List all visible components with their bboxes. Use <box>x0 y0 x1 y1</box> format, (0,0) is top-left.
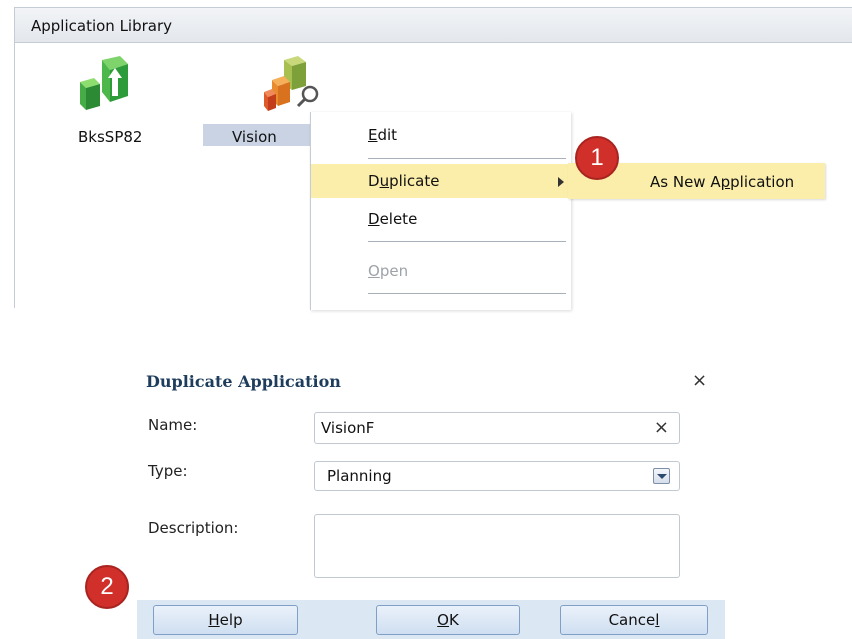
cancel-button[interactable]: Cancel <box>560 605 708 635</box>
ok-button[interactable]: OK <box>376 605 520 635</box>
context-menu: Edit Duplicate Delete Open <box>310 112 571 310</box>
type-select-value[interactable]: Planning <box>327 467 392 485</box>
type-label: Type: <box>148 462 188 480</box>
menu-item-delete[interactable]: Delete <box>311 202 571 236</box>
submenu-label-prefix: As New A <box>650 173 721 191</box>
help-label: elp <box>219 611 243 629</box>
dialog-title: Duplicate Application <box>146 372 341 391</box>
ok-label: K <box>448 611 459 629</box>
app-label-bkssp82[interactable]: BksSP82 <box>78 128 142 146</box>
cancel-accel: l <box>655 611 660 629</box>
menu-separator <box>368 293 566 294</box>
submenu-accel-p: p <box>720 173 731 191</box>
ok-accel: O <box>437 611 449 629</box>
submenu-label-rest: plication <box>730 173 795 191</box>
menu-item-open[interactable]: Open <box>311 254 571 288</box>
submenu-arrow-icon <box>558 177 564 187</box>
callout-badge-1: 1 <box>575 136 619 180</box>
orange-cubes-search-icon[interactable] <box>262 56 322 112</box>
app-label-vision[interactable]: Vision <box>232 128 277 146</box>
description-label: Description: <box>148 519 239 537</box>
menu-item-duplicate-label: plicate <box>389 172 440 190</box>
menu-item-edit[interactable]: Edit <box>311 118 571 152</box>
close-icon[interactable]: × <box>692 370 707 391</box>
callout-badge-2: 2 <box>85 565 129 609</box>
clear-icon[interactable]: × <box>654 417 669 438</box>
help-accel: H <box>208 611 220 629</box>
menu-item-edit-label: dit <box>377 126 398 144</box>
menu-separator <box>368 158 566 159</box>
name-field[interactable]: VisionF × <box>314 412 680 444</box>
application-library-header: Application Library <box>15 8 852 43</box>
type-select[interactable]: Planning <box>314 461 680 491</box>
dropdown-arrow-icon[interactable] <box>653 468 670 484</box>
cancel-label: Cance <box>608 611 656 629</box>
menu-item-duplicate-prefix: D <box>368 172 380 190</box>
menu-separator <box>368 241 566 242</box>
menu-item-duplicate[interactable]: Duplicate <box>311 164 571 198</box>
menu-accel-o: O <box>368 262 380 280</box>
menu-accel-d: D <box>368 210 380 228</box>
green-cubes-icon[interactable] <box>78 56 130 112</box>
name-field-value[interactable]: VisionF <box>321 419 374 437</box>
menu-item-open-label: pen <box>379 262 409 280</box>
description-field[interactable] <box>314 514 680 578</box>
duplicate-application-dialog <box>137 363 725 639</box>
name-label: Name: <box>148 416 198 434</box>
help-button[interactable]: Help <box>153 605 298 635</box>
menu-item-delete-label: elete <box>379 210 418 228</box>
menu-accel-u: u <box>379 172 390 190</box>
